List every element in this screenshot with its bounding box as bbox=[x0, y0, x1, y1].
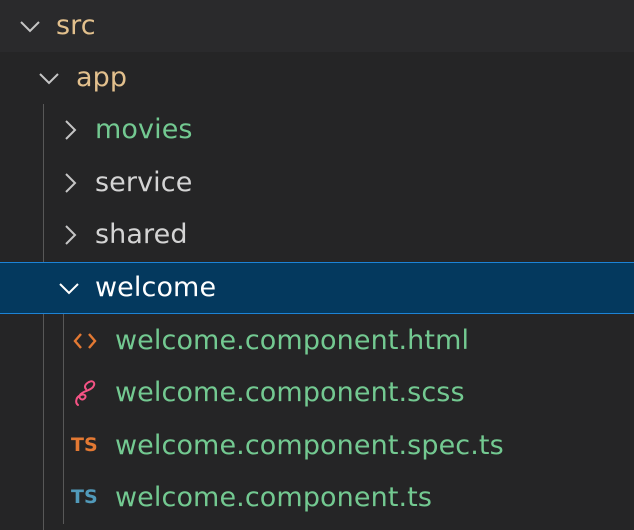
chevron-down-icon bbox=[59, 283, 79, 295]
chevron-right-icon bbox=[65, 225, 77, 245]
tree-item-movies[interactable]: movies bbox=[0, 104, 634, 156]
sass-file-icon bbox=[75, 380, 96, 406]
tree-item-welcome-component-scss[interactable]: welcome.component.scss bbox=[0, 367, 634, 419]
tree-item-app[interactable]: app bbox=[0, 52, 634, 104]
tree-item-label-app: app bbox=[76, 62, 128, 93]
tree-item-label-src: src bbox=[56, 10, 96, 41]
tree-item-welcome-component-spec-ts[interactable]: TS welcome.component.spec.ts bbox=[0, 420, 634, 472]
tree-item-label-html: welcome.component.html bbox=[115, 325, 470, 356]
chevron-down-icon bbox=[20, 21, 40, 33]
tree-item-welcome[interactable]: welcome bbox=[0, 262, 634, 314]
tree-item-label-scss: welcome.component.scss bbox=[115, 377, 465, 408]
tree-item-label-shared: shared bbox=[95, 219, 188, 250]
tree-item-label-spec-ts: welcome.component.spec.ts bbox=[115, 430, 504, 461]
tree-item-label-service: service bbox=[95, 167, 193, 198]
tree-item-service[interactable]: service bbox=[0, 157, 634, 209]
chevron-right-icon bbox=[65, 173, 77, 193]
tree-item-label-movies: movies bbox=[95, 114, 193, 145]
typescript-file-icon: TS bbox=[71, 486, 98, 508]
chevron-right-icon bbox=[65, 120, 77, 140]
file-explorer-tree: src app movies service shared welcome we… bbox=[0, 0, 634, 530]
tree-item-shared[interactable]: shared bbox=[0, 209, 634, 261]
typescript-spec-file-icon: TS bbox=[71, 434, 98, 456]
tree-item-welcome-component-ts[interactable]: TS welcome.component.ts bbox=[0, 472, 634, 524]
tree-item-welcome-component-html[interactable]: welcome.component.html bbox=[0, 315, 634, 367]
html-file-icon bbox=[73, 333, 97, 349]
tree-item-label-welcome: welcome bbox=[95, 272, 217, 303]
chevron-down-icon bbox=[39, 73, 59, 85]
tree-item-src[interactable]: src bbox=[0, 0, 634, 52]
tree-item-label-ts: welcome.component.ts bbox=[115, 482, 433, 513]
